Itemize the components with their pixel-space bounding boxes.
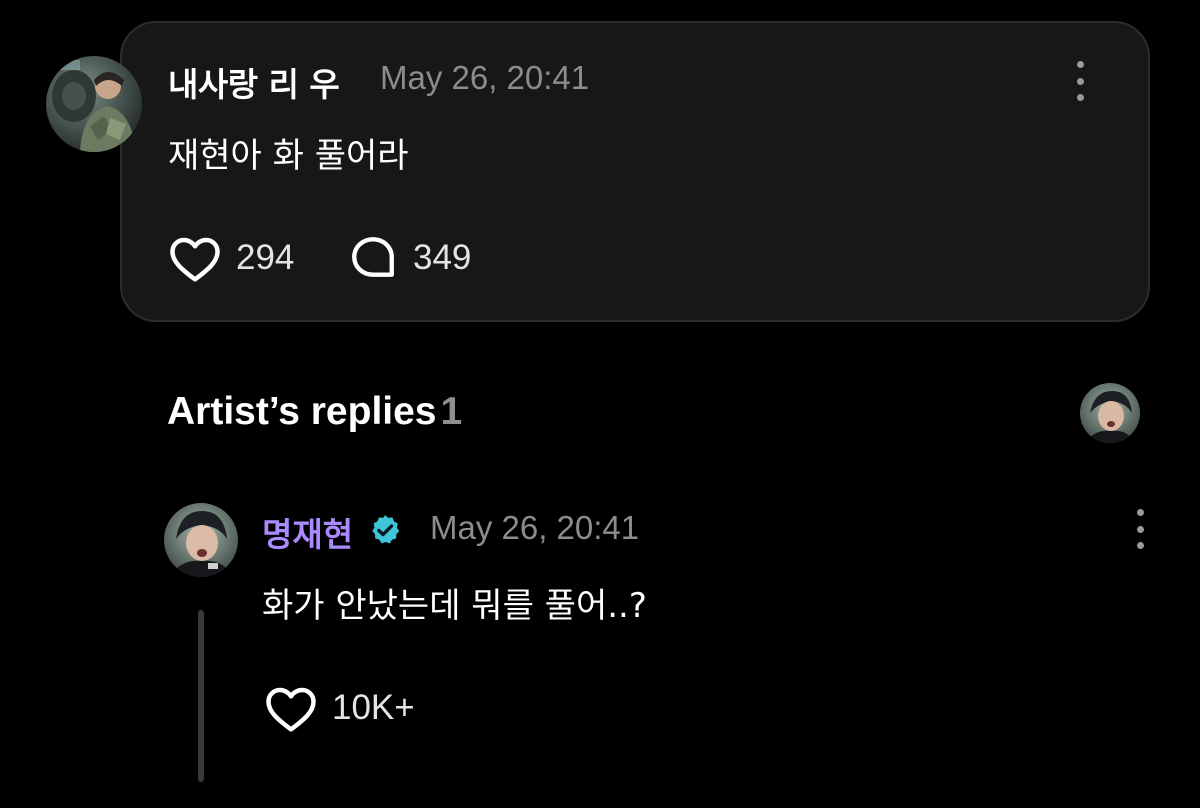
post-like-button[interactable]: 294 — [168, 233, 294, 283]
artist-replies-heading: Artist’s replies 1 — [167, 390, 462, 434]
post-author-name[interactable]: 내사랑 리 우 — [168, 58, 340, 106]
heart-outline-icon — [170, 237, 220, 282]
verified-badge-icon — [372, 515, 400, 544]
reply-like-count: 10K+ — [332, 688, 415, 727]
post-like-count: 294 — [236, 238, 295, 277]
post-more-options-icon[interactable] — [1070, 61, 1090, 101]
reply-author-name[interactable]: 명재현 — [262, 508, 353, 556]
reply-like-button[interactable]: 10K+ — [264, 683, 415, 733]
reply-thread-line — [198, 610, 204, 782]
post-body-text: 재현아 화 풀어라 — [168, 136, 409, 176]
artist-replies-count: 1 — [440, 390, 463, 433]
reply-timestamp: May 26, 20:41 — [430, 509, 640, 546]
reply-more-options-icon[interactable] — [1130, 509, 1150, 549]
artist-replies-title: Artist’s replies — [167, 390, 437, 433]
reply-body-text: 화가 안났는데 뭐를 풀어..? — [262, 586, 647, 626]
post-timestamp: May 26, 20:41 — [380, 59, 590, 96]
post-comment-count: 349 — [413, 238, 472, 277]
post-comment-button[interactable]: 349 — [347, 233, 471, 283]
artist-replies-avatar[interactable] — [1080, 383, 1140, 443]
post-author-avatar[interactable] — [46, 56, 142, 152]
speech-bubble-icon — [352, 237, 394, 277]
heart-outline-icon — [266, 687, 316, 732]
reply-author-avatar[interactable] — [164, 503, 238, 577]
